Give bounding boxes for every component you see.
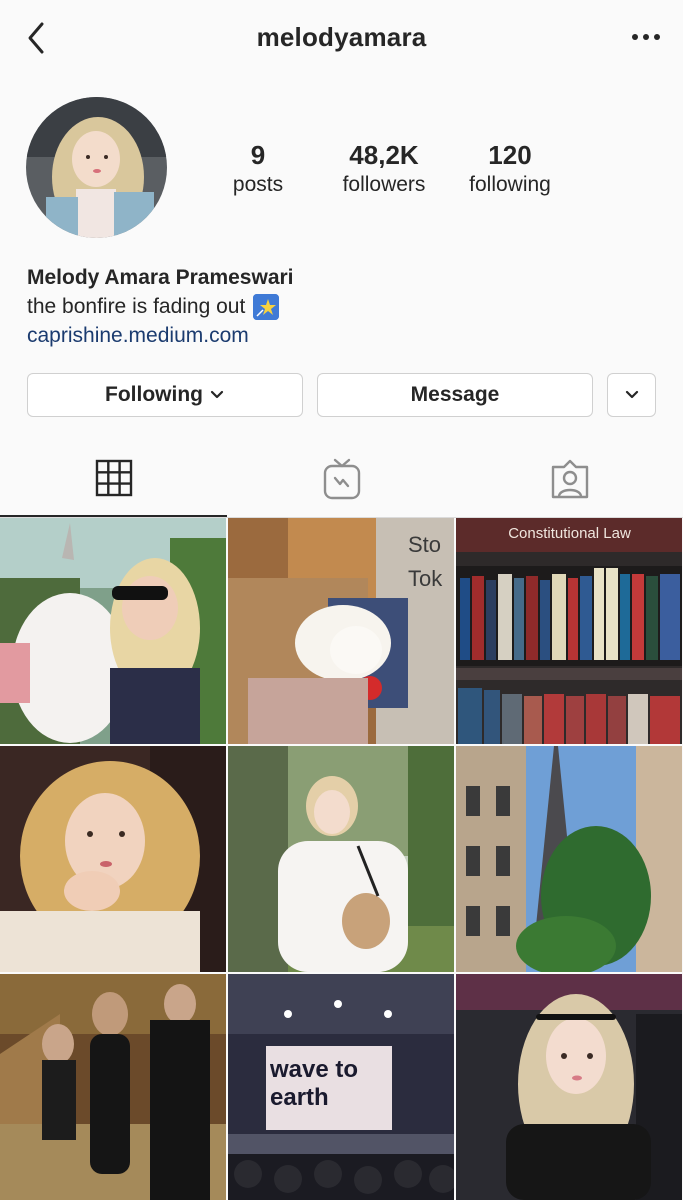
message-button[interactable]: Message bbox=[317, 373, 593, 417]
post-thumbnail[interactable] bbox=[456, 974, 682, 1200]
profile-tabs bbox=[0, 440, 683, 518]
page-title: melodyamara bbox=[256, 22, 427, 52]
concert-screen-text: wave to earth bbox=[270, 1056, 359, 1111]
following-count: 120 bbox=[488, 140, 532, 170]
post-thumbnail[interactable] bbox=[228, 746, 454, 972]
shelf-sign-text: Constitutional Law bbox=[508, 525, 631, 542]
avatar[interactable] bbox=[26, 97, 167, 238]
bio-line: the bonfire is fading out bbox=[27, 292, 294, 321]
posts-count: 9 bbox=[250, 140, 266, 170]
tab-tagged[interactable] bbox=[456, 440, 683, 518]
tote-bag-text: Sto Tok bbox=[408, 532, 443, 591]
following-stat[interactable]: 120 following bbox=[445, 140, 575, 200]
following-button[interactable]: Following bbox=[27, 373, 303, 417]
chevron-down-icon bbox=[210, 390, 224, 399]
more-options-button[interactable] bbox=[631, 26, 661, 48]
full-name: Melody Amara Prameswari bbox=[27, 266, 294, 289]
following-label: following bbox=[469, 173, 551, 196]
top-bar: melodyamara bbox=[0, 0, 683, 76]
post-thumbnail[interactable] bbox=[0, 518, 226, 744]
post-thumbnail[interactable] bbox=[456, 746, 682, 972]
followers-label: followers bbox=[342, 173, 426, 196]
bio-section: Melody Amara Prameswari the bonfire is f… bbox=[27, 263, 294, 350]
posts-stat: 9 posts bbox=[193, 140, 323, 200]
following-button-label: Following bbox=[105, 383, 203, 406]
post-thumbnail[interactable]: wave to earth bbox=[228, 974, 454, 1200]
grid-icon bbox=[95, 459, 132, 496]
posts-label: posts bbox=[232, 173, 284, 196]
tagged-icon bbox=[551, 459, 588, 499]
chevron-down-icon bbox=[625, 390, 638, 399]
profile-link[interactable]: caprishine.medium.com bbox=[27, 321, 294, 350]
post-thumbnail[interactable]: Sto Tok bbox=[228, 518, 454, 744]
star-emoji-icon bbox=[253, 293, 280, 320]
followers-count: 48,2K bbox=[349, 140, 419, 170]
suggested-accounts-button[interactable] bbox=[607, 373, 656, 417]
post-thumbnail[interactable] bbox=[0, 746, 226, 972]
igtv-icon bbox=[323, 458, 360, 500]
tab-igtv[interactable] bbox=[228, 440, 455, 518]
more-horizontal-icon bbox=[632, 34, 660, 40]
bio-text: the bonfire is fading out bbox=[27, 295, 246, 318]
post-thumbnail[interactable] bbox=[0, 974, 226, 1200]
message-button-label: Message bbox=[410, 383, 500, 406]
followers-stat[interactable]: 48,2K followers bbox=[319, 140, 449, 200]
tab-posts-grid[interactable] bbox=[0, 440, 227, 517]
post-thumbnail[interactable]: Constitutional Law bbox=[456, 518, 682, 744]
